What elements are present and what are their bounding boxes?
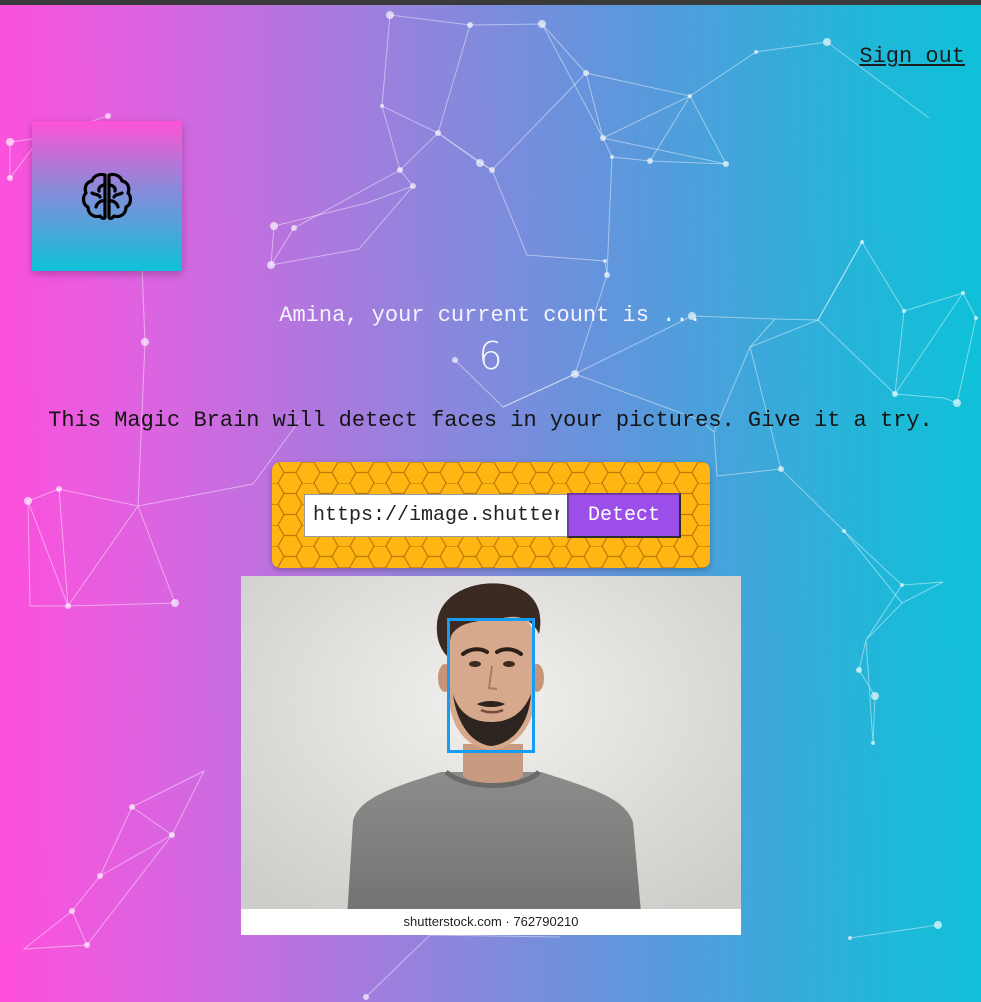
user-count-message: Amina, your current count is ... [279,303,702,328]
face-bounding-box [447,618,535,753]
result-image: shutterstock.com · 762790210 [241,576,741,935]
brain-icon [81,172,133,220]
app-description: This Magic Brain will detect faces in yo… [48,408,933,433]
detect-button[interactable]: Detect [567,493,681,538]
image-watermark: shutterstock.com · 762790210 [241,909,741,935]
sign-out-link[interactable]: Sign out [859,44,965,69]
image-url-form: Detect [272,462,710,568]
logo-tile [32,121,182,271]
image-url-input[interactable] [304,494,568,537]
user-count-value: 6 [478,334,503,378]
